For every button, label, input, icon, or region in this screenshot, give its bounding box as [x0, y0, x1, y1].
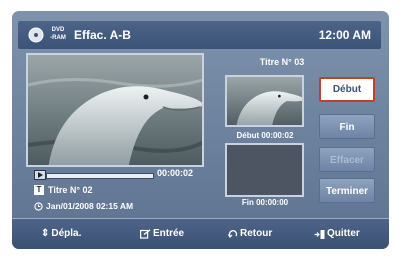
footer-bar: ⇕ Dépla. Entrée Retour Quitter: [12, 218, 389, 249]
footer-enter-hint: Entrée: [140, 227, 184, 241]
footer-enter-label: Entrée: [153, 228, 185, 239]
footer-move-hint: ⇕ Dépla.: [41, 227, 81, 241]
enter-icon: [140, 229, 151, 239]
page-title: Effac. A-B: [74, 28, 131, 42]
header-bar: DVD -RAM Effac. A-B 12:00 AM: [18, 21, 381, 49]
current-title-info: T Titre N° 02: [34, 184, 92, 196]
progress-bar[interactable]: [46, 173, 154, 179]
clock-icon: [34, 201, 43, 211]
main-video-preview: [26, 53, 204, 167]
recording-date-label: Jan/01/2008 02:15 AM: [46, 201, 134, 211]
dolphin-thumbnail-image: [227, 77, 302, 125]
screen: DVD -RAM Effac. A-B 12:00 AM 00:00:02 T …: [12, 11, 389, 249]
disc-type-label: DVD -RAM: [47, 26, 69, 42]
disc-type-line-1: DVD: [51, 27, 65, 33]
start-point-label: Début 00:00:02: [236, 131, 294, 140]
footer-return-hint: Retour: [228, 227, 272, 241]
footer-move-label: Dépla.: [51, 228, 82, 239]
end-point-label: Fin 00:00:00: [241, 198, 289, 207]
edit-title-label: Titre N° 03: [259, 57, 305, 67]
end-point-thumbnail: [225, 143, 304, 197]
play-button[interactable]: [34, 170, 46, 180]
playback-time: 00:00:02: [157, 168, 194, 178]
current-title-label: Titre N° 02: [48, 185, 93, 195]
footer-exit-label: Quitter: [327, 228, 360, 239]
clock-display: 12:00 AM: [318, 28, 371, 42]
exit-icon: [314, 229, 325, 239]
recording-date-info: Jan/01/2008 02:15 AM: [34, 200, 133, 212]
title-icon: T: [34, 185, 44, 195]
finish-button[interactable]: Terminer: [319, 178, 375, 203]
footer-exit-hint: Quitter: [314, 227, 360, 241]
dolphin-image: [28, 55, 202, 165]
end-button[interactable]: Fin: [319, 114, 375, 139]
delete-button[interactable]: Effacer: [319, 147, 375, 172]
disc-type-line-2: -RAM: [50, 35, 66, 41]
footer-return-label: Retour: [240, 228, 273, 239]
return-icon: [228, 230, 238, 238]
start-button[interactable]: Début: [319, 77, 375, 102]
disc-icon: [28, 27, 44, 43]
start-point-thumbnail: [225, 75, 304, 127]
updown-arrows-icon: ⇕: [41, 228, 50, 239]
